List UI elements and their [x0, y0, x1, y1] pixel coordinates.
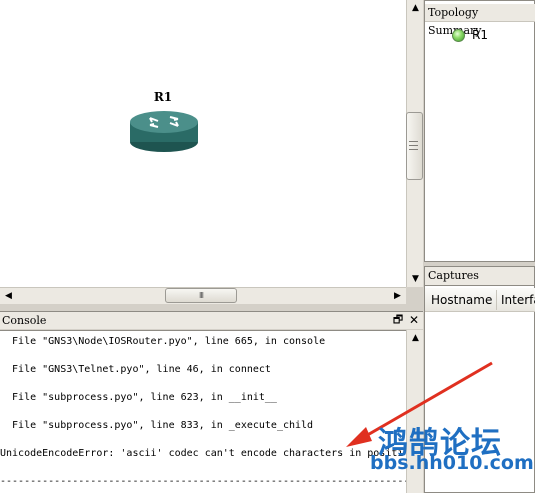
status-started-icon — [452, 29, 465, 42]
column-header-interface[interactable]: Interfa — [501, 293, 535, 307]
grip-icon — [409, 141, 418, 150]
topology-summary-title: Topology Summary — [425, 4, 535, 37]
column-header-hostname[interactable]: Hostname — [431, 293, 492, 307]
scroll-down-arrow-icon[interactable]: ▼ — [407, 271, 424, 287]
column-divider[interactable] — [496, 290, 497, 310]
scroll-corner — [406, 287, 423, 304]
console-separator-line: ----------------------------------------… — [0, 476, 410, 487]
router-icon[interactable] — [128, 104, 200, 154]
scroll-right-arrow-icon[interactable]: ▶ — [389, 288, 406, 304]
scroll-up-arrow-icon[interactable]: ▲ — [407, 330, 424, 346]
console-title: Console — [0, 311, 423, 329]
scroll-left-arrow-icon[interactable]: ◀ — [0, 288, 17, 304]
router-label: R1 — [153, 90, 173, 104]
close-icon[interactable]: ✕ — [407, 311, 421, 329]
console-line: File "subprocess.pyo", line 833, in _exe… — [0, 420, 314, 431]
console-line: File "GNS3\Node\IOSRouter.pyo", line 665… — [0, 336, 326, 347]
horizontal-scroll-thumb[interactable]: III — [165, 288, 237, 303]
console-line: File "GNS3\Telnet.pyo", line 46, in conn… — [0, 364, 271, 375]
watermark-url: bbs.hh010.com — [370, 452, 534, 474]
float-window-icon[interactable]: 🗗 — [391, 311, 405, 329]
topology-item-r1[interactable]: R1 — [472, 28, 488, 42]
console-line: File "subprocess.pyo", line 623, in __in… — [0, 392, 277, 403]
scroll-up-arrow-icon[interactable]: ▲ — [407, 0, 424, 16]
topology-canvas[interactable] — [0, 0, 406, 287]
captures-title: Captures — [424, 266, 535, 286]
